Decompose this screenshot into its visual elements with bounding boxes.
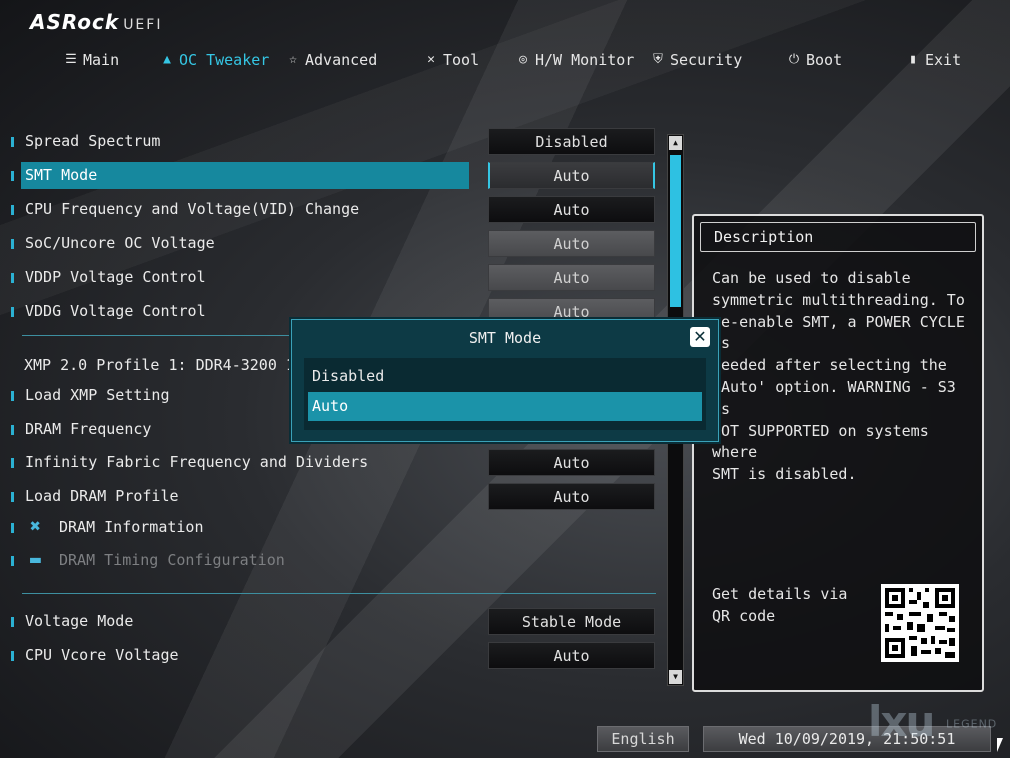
scrollbar-thumb[interactable] — [670, 155, 681, 307]
brand-name: ASRock — [30, 10, 120, 34]
mouse-cursor-icon — [997, 738, 1003, 752]
setting-row[interactable]: Load DRAM Profile Auto — [0, 483, 670, 511]
list-icon: ☰ — [65, 52, 77, 67]
brand-suffix: UEFI — [123, 17, 163, 33]
dialog-option[interactable]: Disabled — [308, 362, 702, 391]
tab-tool-label: Tool — [443, 51, 480, 69]
bullet-icon — [11, 556, 14, 566]
bullet-icon — [11, 391, 14, 401]
setting-label: Load XMP Setting — [25, 386, 170, 404]
tab-security-label: Security — [670, 51, 743, 69]
qr-code-icon — [881, 584, 959, 662]
description-panel: Description Can be used to disable symme… — [692, 214, 984, 692]
setting-row[interactable]: CPU Frequency and Voltage(VID) Change Aut… — [0, 196, 670, 224]
setting-label: Load DRAM Profile — [25, 487, 179, 505]
setting-label: Voltage Mode — [25, 612, 134, 630]
tab-advanced-label: Advanced — [305, 51, 378, 69]
setting-row[interactable]: ▬ DRAM Timing Configuration — [0, 547, 670, 575]
top-nav: ☰ Main ▲ OC Tweaker ☆ Advanced ✕ Tool ◎ H/W M… — [0, 48, 1010, 72]
setting-row-selected[interactable]: SMT Mode Auto — [0, 162, 670, 190]
bullet-icon — [11, 205, 14, 215]
bullet-icon — [11, 523, 14, 533]
description-body: Can be used to disable symmetric multith… — [712, 269, 965, 484]
setting-value[interactable]: Stable Mode — [488, 608, 655, 635]
power-icon: ⏻ — [788, 52, 800, 67]
setting-row[interactable]: SoC/Uncore OC Voltage Auto — [0, 230, 670, 258]
bullet-icon — [11, 239, 14, 249]
tab-main-label: Main — [83, 51, 120, 69]
setting-label: SMT Mode — [25, 166, 98, 184]
tab-oc-tweaker[interactable]: ▲ OC Tweaker — [160, 48, 269, 72]
dialog-title: SMT Mode — [468, 329, 542, 347]
shield-icon: ⛨ — [653, 52, 663, 67]
setting-label: DRAM Timing Configuration — [59, 551, 285, 569]
tab-oc-tweaker-label: OC Tweaker — [179, 51, 270, 69]
setting-value[interactable]: Auto — [488, 196, 655, 223]
tab-hw-monitor-label: H/W Monitor — [535, 51, 635, 69]
setting-row[interactable]: Voltage Mode Stable Mode — [0, 608, 670, 636]
setting-row[interactable]: Infinity Fabric Frequency and Dividers Au… — [0, 449, 670, 477]
tab-exit-label: Exit — [925, 51, 962, 69]
section-divider — [22, 593, 656, 594]
tab-hw-monitor[interactable]: ◎ H/W Monitor — [516, 48, 634, 72]
brand-logo: ASRock UEFI — [30, 10, 162, 34]
setting-row[interactable]: VDDP Voltage Control Auto — [0, 264, 670, 292]
setting-label: XMP 2.0 Profile 1: DDR4-3200 15-15 — [24, 356, 332, 374]
setting-label: DRAM Information — [59, 518, 204, 536]
tab-tool[interactable]: ✕ Tool — [424, 48, 479, 72]
setting-label: Infinity Fabric Frequency and Dividers — [25, 453, 369, 471]
setting-value[interactable]: Auto — [488, 230, 655, 257]
bullet-icon — [11, 307, 14, 317]
smt-mode-dialog: SMT Mode ✕ Disabled Auto — [291, 319, 719, 442]
setting-value[interactable]: Auto — [488, 449, 655, 476]
close-icon[interactable]: ✕ — [690, 327, 710, 347]
setting-label: CPU Vcore Voltage — [25, 646, 179, 664]
tab-advanced[interactable]: ☆ Advanced — [286, 48, 377, 72]
setting-label: VDDP Voltage Control — [25, 268, 206, 286]
bullet-icon — [11, 617, 14, 627]
language-button[interactable]: English — [597, 726, 689, 752]
bullet-icon — [11, 137, 14, 147]
tab-security[interactable]: ⛨ Security — [651, 48, 742, 72]
tab-boot-label: Boot — [806, 51, 843, 69]
watermark-logo: lxu LEGEND — [868, 697, 998, 746]
dialog-option-selected[interactable]: Auto — [308, 392, 702, 421]
bullet-icon — [11, 425, 14, 435]
tab-exit[interactable]: ▮ Exit — [906, 48, 961, 72]
exit-icon: ▮ — [909, 52, 917, 67]
tools-icon: ✖ — [30, 516, 41, 537]
setting-row[interactable]: CPU Vcore Voltage Auto — [0, 642, 670, 670]
tab-boot[interactable]: ⏻ Boot — [787, 48, 842, 72]
qr-caption: Get details via QR code — [712, 585, 848, 625]
tools-icon: ✕ — [427, 52, 435, 67]
folder-icon: ▬ — [30, 549, 41, 570]
setting-value[interactable]: Auto — [488, 483, 655, 510]
setting-value[interactable]: Auto — [488, 162, 655, 189]
flame-icon: ▲ — [163, 52, 171, 67]
scroll-up-icon[interactable]: ▲ — [669, 136, 682, 150]
setting-label: DRAM Frequency — [25, 420, 152, 438]
setting-value[interactable]: Auto — [488, 642, 655, 669]
star-icon: ☆ — [289, 52, 297, 67]
bullet-icon — [11, 458, 14, 468]
setting-label: VDDG Voltage Control — [25, 302, 206, 320]
setting-row[interactable]: Spread Spectrum Disabled — [0, 128, 670, 156]
setting-label: CPU Frequency and Voltage(VID) Change — [25, 200, 360, 218]
setting-value[interactable]: Auto — [488, 264, 655, 291]
setting-row[interactable]: ✖ DRAM Information — [0, 514, 670, 542]
description-title: Description — [700, 222, 976, 252]
setting-label: Spread Spectrum — [25, 132, 161, 150]
setting-label: SoC/Uncore OC Voltage — [25, 234, 215, 252]
scroll-down-icon[interactable]: ▼ — [669, 670, 682, 684]
tab-main[interactable]: ☰ Main — [64, 48, 119, 72]
bullet-icon — [11, 492, 14, 502]
bullet-icon — [11, 273, 14, 283]
bullet-icon — [11, 171, 14, 181]
dialog-option-list: Disabled Auto — [304, 358, 706, 430]
bullet-icon — [11, 651, 14, 661]
setting-value[interactable]: Disabled — [488, 128, 655, 155]
monitor-icon: ◎ — [519, 52, 527, 67]
